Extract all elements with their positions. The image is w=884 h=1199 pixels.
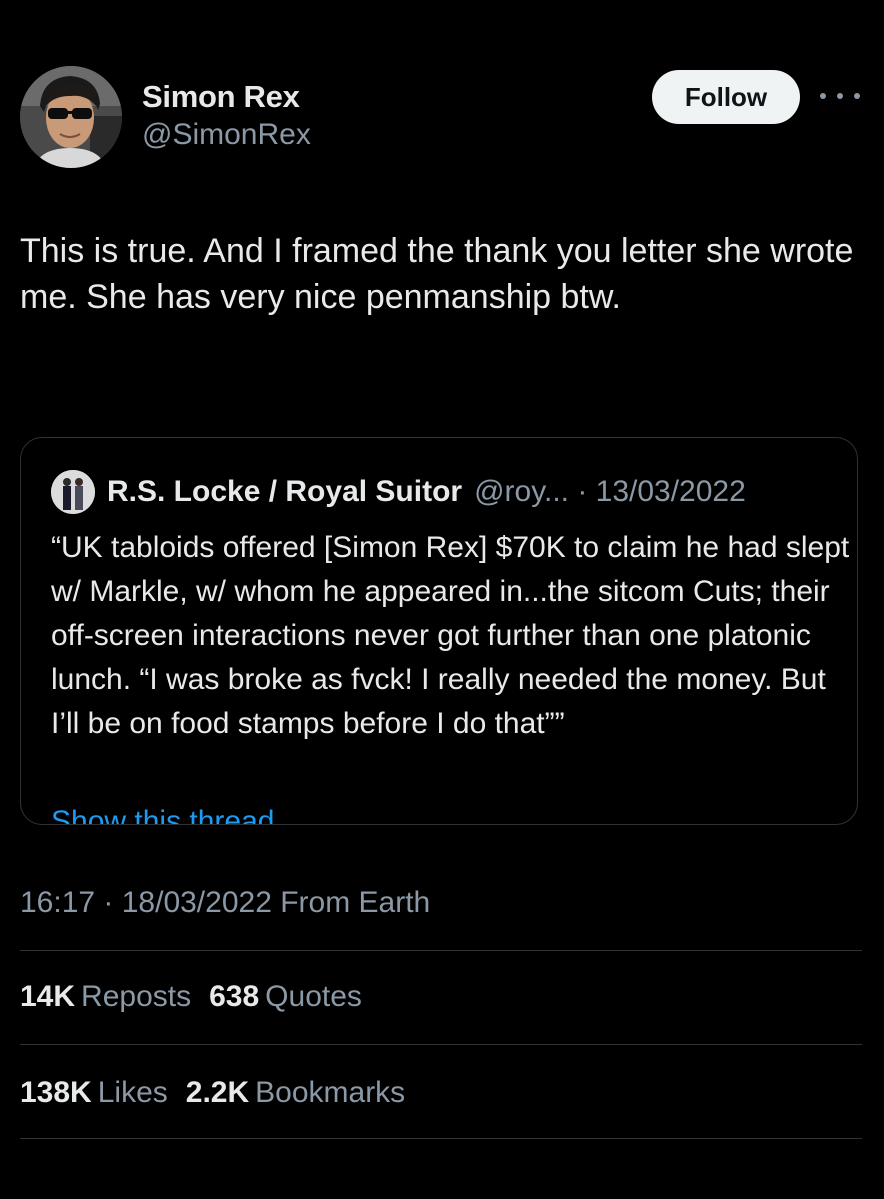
tweet-timestamp[interactable]: 16:17 · 18/03/2022 From Earth — [20, 884, 430, 922]
bookmarks-label: Bookmarks — [255, 1076, 406, 1109]
quotes-count: 638 — [209, 980, 260, 1013]
more-dot — [854, 93, 860, 99]
quoted-tweet-meta: @roy... · 13/03/2022 — [474, 475, 746, 508]
quoted-profile-photo-icon — [51, 470, 95, 514]
author-names: Simon Rex @SimonRex — [142, 78, 311, 154]
likes-label: Likes — [97, 1076, 168, 1109]
bookmarks-count: 2.2K — [185, 1076, 250, 1109]
reposts-label: Reposts — [81, 980, 192, 1013]
quoted-tweet-text: “UK tabloids offered [Simon Rex] $70K to… — [51, 531, 850, 740]
more-dot — [820, 93, 826, 99]
divider — [20, 1138, 862, 1139]
likes-stat[interactable]: 138K Likes — [20, 1076, 186, 1109]
follow-button[interactable]: Follow — [652, 70, 800, 124]
tweet-header: Simon Rex @SimonRex Follow — [20, 66, 864, 170]
profile-photo-icon — [20, 66, 122, 168]
tweet-text: This is true. And I framed the thank you… — [20, 232, 854, 316]
more-dot — [837, 93, 843, 99]
bookmarks-stat[interactable]: 2.2K Bookmarks — [186, 1076, 423, 1109]
likes-count: 138K — [20, 1076, 92, 1109]
quotes-label: Quotes — [265, 980, 362, 1013]
reposts-count: 14K — [20, 980, 76, 1013]
author-handle[interactable]: @SimonRex — [142, 116, 311, 154]
show-thread-link[interactable]: Show this thread — [51, 802, 274, 824]
quotes-stat[interactable]: 638 Quotes — [209, 980, 380, 1013]
author-display-name[interactable]: Simon Rex — [142, 78, 311, 116]
stats-row-likes: 138K Likes 2.2K Bookmarks — [20, 1074, 423, 1112]
reposts-stat[interactable]: 14K Reposts — [20, 980, 209, 1013]
stats-row-reposts: 14K Reposts 638 Quotes — [20, 978, 380, 1016]
quoted-tweet-card[interactable]: R.S. Locke / Royal Suitor @roy... · 13/0… — [20, 437, 858, 825]
divider — [20, 1044, 862, 1045]
quoted-author-name[interactable]: R.S. Locke / Royal Suitor — [107, 475, 462, 509]
author-avatar[interactable] — [20, 66, 122, 168]
quoted-author-avatar — [51, 470, 95, 514]
quoted-tweet-header: R.S. Locke / Royal Suitor @roy... · 13/0… — [51, 470, 746, 514]
more-horizontal-icon[interactable] — [820, 86, 860, 106]
divider — [20, 950, 862, 951]
